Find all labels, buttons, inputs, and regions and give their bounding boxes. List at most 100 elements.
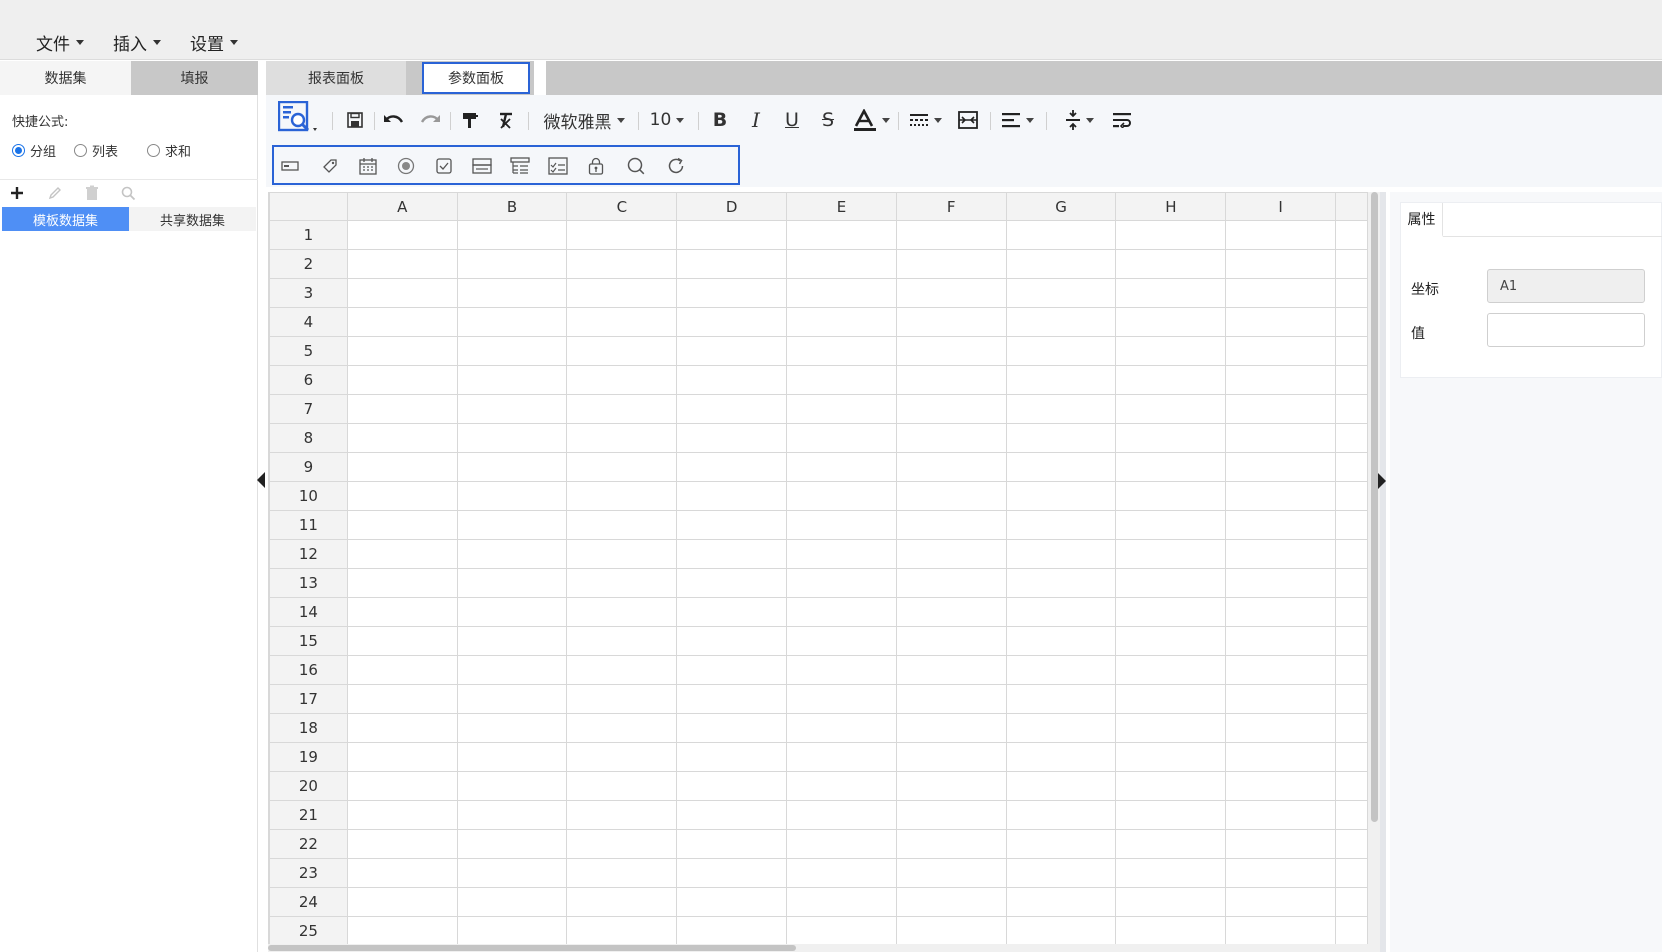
grid-cell[interactable]: [1005, 249, 1117, 279]
grid-cell[interactable]: [786, 684, 897, 714]
grid-cell[interactable]: [1115, 481, 1227, 511]
row-header[interactable]: 22: [269, 829, 348, 859]
grid-cell[interactable]: [1115, 423, 1227, 453]
grid-cell[interactable]: [1225, 481, 1337, 511]
grid-cell[interactable]: [1005, 452, 1117, 482]
row-header[interactable]: 23: [269, 858, 348, 888]
vertical-align-button[interactable]: [1058, 107, 1100, 133]
column-header[interactable]: C: [566, 192, 678, 221]
grid-cell[interactable]: [1335, 452, 1368, 482]
row-header[interactable]: 12: [269, 539, 348, 569]
delete-icon[interactable]: [82, 183, 102, 203]
grid-cell[interactable]: [566, 307, 678, 337]
grid-cell[interactable]: [566, 858, 678, 888]
lock-icon[interactable]: [584, 154, 608, 178]
grid-cell[interactable]: [566, 655, 678, 685]
edit-icon[interactable]: [45, 183, 65, 203]
row-header[interactable]: 4: [269, 307, 348, 337]
collapse-right-icon[interactable]: [1378, 473, 1386, 489]
grid-cell[interactable]: [786, 829, 897, 859]
radio-sum[interactable]: 求和: [147, 141, 191, 160]
grid-cell[interactable]: [456, 365, 568, 395]
grid-cell[interactable]: [1115, 597, 1227, 627]
grid-cell[interactable]: [1225, 858, 1337, 888]
grid-cell[interactable]: [895, 539, 1007, 569]
grid-cell[interactable]: [895, 336, 1007, 366]
vertical-scrollbar[interactable]: [1368, 192, 1380, 944]
grid-cell[interactable]: [346, 887, 458, 917]
menu-insert[interactable]: 插入: [113, 28, 161, 56]
grid-cell[interactable]: [1115, 684, 1227, 714]
grid-cell[interactable]: [566, 452, 678, 482]
add-icon[interactable]: [7, 183, 27, 203]
column-header[interactable]: A: [346, 192, 458, 221]
grid-cell[interactable]: [456, 510, 568, 540]
grid-cell[interactable]: [566, 365, 678, 395]
grid-cell[interactable]: [1225, 452, 1337, 482]
grid-cell[interactable]: [456, 684, 568, 714]
grid-cell[interactable]: [456, 394, 568, 424]
row-header[interactable]: 8: [269, 423, 348, 453]
grid-cell[interactable]: [566, 771, 678, 801]
grid-cell[interactable]: [676, 626, 788, 656]
grid-cell[interactable]: [786, 655, 897, 685]
grid-cell[interactable]: [786, 423, 897, 453]
grid-cell[interactable]: [566, 626, 678, 656]
grid-cell[interactable]: [456, 336, 568, 366]
grid-cell[interactable]: [895, 829, 1007, 859]
grid-cell[interactable]: [786, 452, 897, 482]
grid-cell[interactable]: [676, 568, 788, 598]
row-header[interactable]: 24: [269, 887, 348, 917]
menu-settings[interactable]: 设置: [190, 28, 238, 56]
grid-cell[interactable]: [346, 365, 458, 395]
tab-param-panel[interactable]: 参数面板: [422, 62, 530, 94]
grid-cell[interactable]: [895, 220, 1007, 250]
grid-cell[interactable]: [456, 481, 568, 511]
tag-icon[interactable]: [318, 154, 342, 178]
grid-cell[interactable]: [346, 771, 458, 801]
row-header[interactable]: 15: [269, 626, 348, 656]
grid-cell[interactable]: [676, 539, 788, 569]
grid-cell[interactable]: [786, 220, 897, 250]
radio-icon[interactable]: [147, 144, 160, 157]
grid-cell[interactable]: [566, 481, 678, 511]
grid-cell[interactable]: [1115, 539, 1227, 569]
row-header[interactable]: 1: [269, 220, 348, 250]
radio-icon[interactable]: [74, 144, 87, 157]
grid-cell[interactable]: [1335, 800, 1368, 830]
row-header[interactable]: 14: [269, 597, 348, 627]
corner-cell[interactable]: [269, 192, 348, 221]
vertical-scrollbar-thumb[interactable]: [1371, 192, 1378, 822]
grid-cell[interactable]: [1335, 858, 1368, 888]
grid-cell[interactable]: [346, 539, 458, 569]
grid-cell[interactable]: [1225, 800, 1337, 830]
grid-cell[interactable]: [566, 597, 678, 627]
grid-cell[interactable]: [1005, 829, 1117, 859]
grid-cell[interactable]: [1225, 423, 1337, 453]
grid-cell[interactable]: [1335, 713, 1368, 743]
grid-cell[interactable]: [676, 742, 788, 772]
grid-cell[interactable]: [1335, 481, 1368, 511]
grid-cell[interactable]: [895, 365, 1007, 395]
grid-cell[interactable]: [1225, 829, 1337, 859]
tab-report-panel[interactable]: 报表面板: [266, 61, 406, 95]
grid-cell[interactable]: [895, 771, 1007, 801]
grid-cell[interactable]: [895, 394, 1007, 424]
row-header[interactable]: 3: [269, 278, 348, 308]
grid-cell[interactable]: [1335, 307, 1368, 337]
grid-cell[interactable]: [895, 742, 1007, 772]
horizontal-scrollbar-thumb[interactable]: [268, 945, 796, 951]
grid-cell[interactable]: [566, 742, 678, 772]
grid-cell[interactable]: [566, 916, 678, 944]
grid-cell[interactable]: [676, 365, 788, 395]
bold-button[interactable]: B: [706, 107, 734, 133]
grid-cell[interactable]: [1225, 684, 1337, 714]
grid-cell[interactable]: [1335, 626, 1368, 656]
checklist-icon[interactable]: [546, 154, 570, 178]
grid-cell[interactable]: [1115, 713, 1227, 743]
grid-cell[interactable]: [1225, 713, 1337, 743]
grid-cell[interactable]: [1225, 916, 1337, 944]
grid-cell[interactable]: [1335, 394, 1368, 424]
row-header[interactable]: 19: [269, 742, 348, 772]
grid-cell[interactable]: [895, 858, 1007, 888]
